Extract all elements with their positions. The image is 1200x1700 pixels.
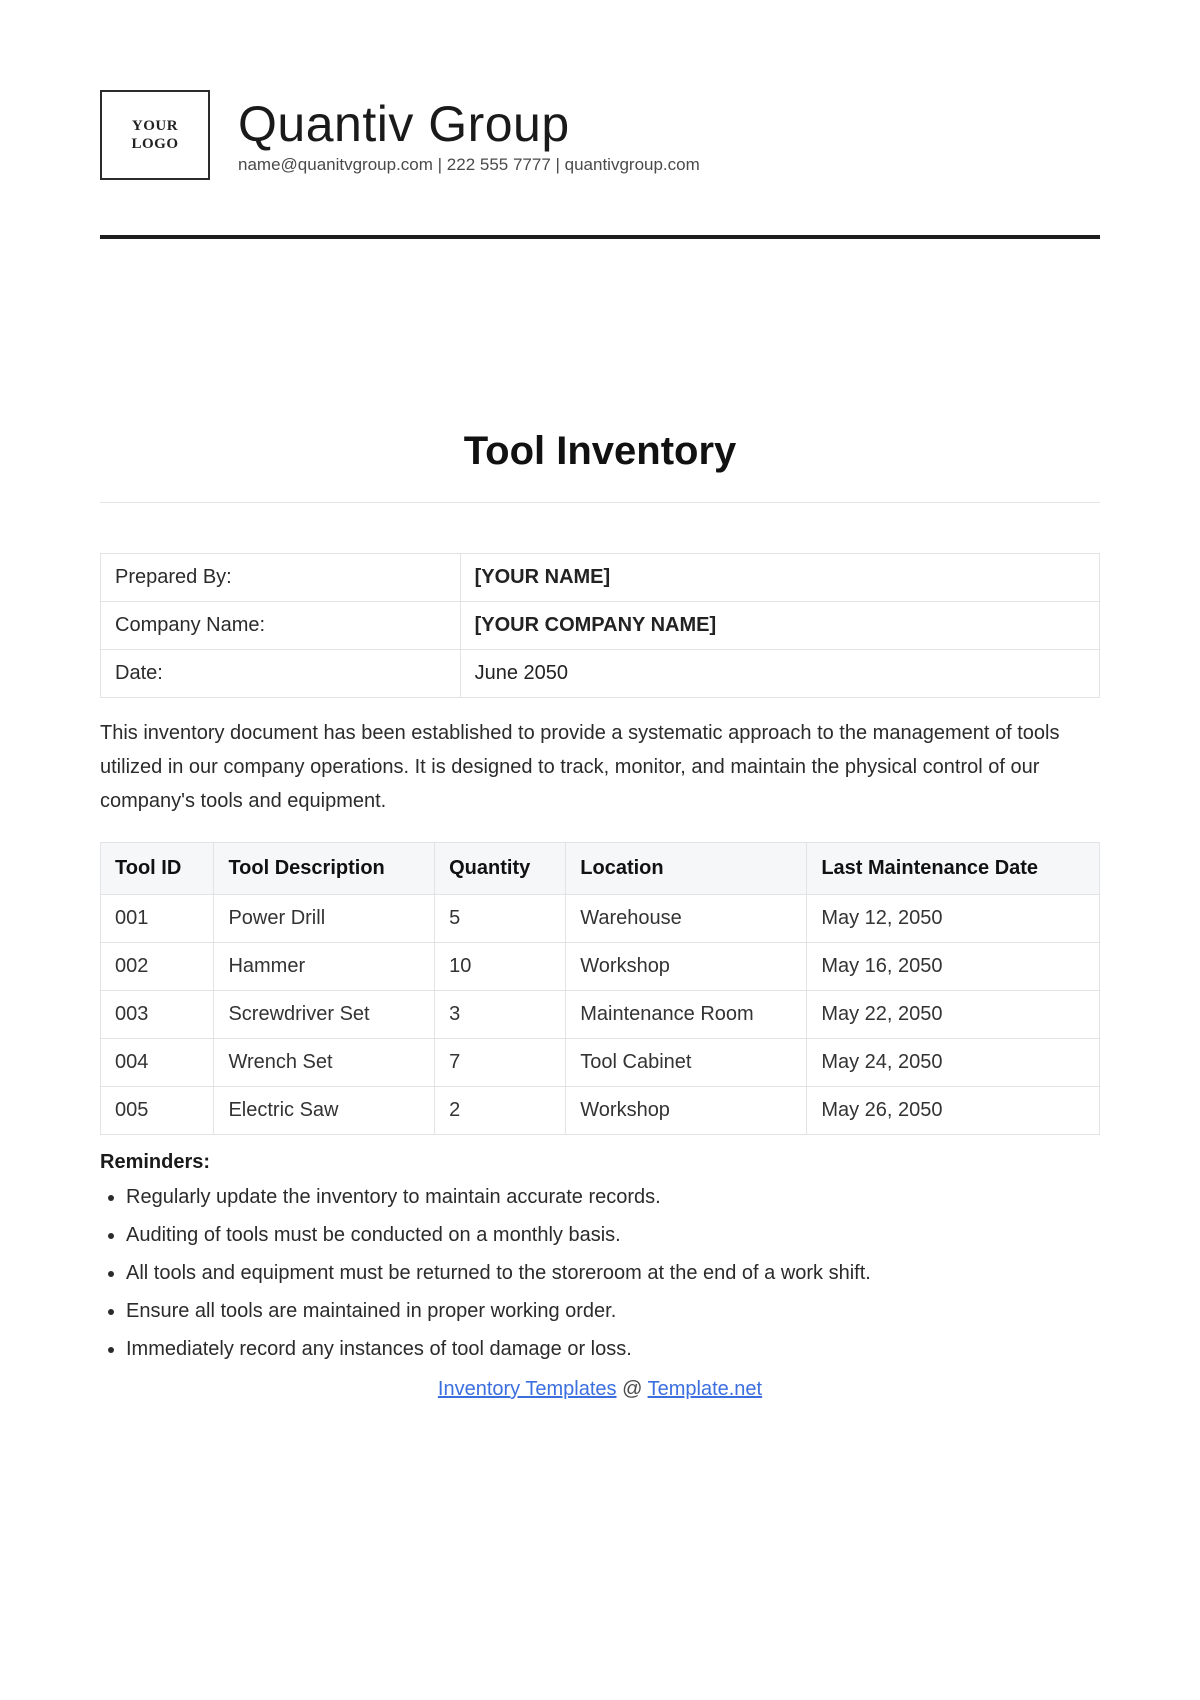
table-cell-id: 004 [101, 1039, 214, 1087]
table-cell-id: 003 [101, 991, 214, 1039]
contact-line: name@quanitvgroup.com | 222 555 7777 | q… [238, 155, 1100, 175]
table-cell-loc: Maintenance Room [566, 991, 807, 1039]
info-value: [YOUR NAME] [460, 554, 1099, 602]
table-row: 003Screwdriver Set3Maintenance RoomMay 2… [101, 991, 1100, 1039]
title-rule [100, 502, 1100, 503]
table-cell-desc: Wrench Set [214, 1039, 435, 1087]
table-row: 002Hammer10WorkshopMay 16, 2050 [101, 943, 1100, 991]
info-label: Prepared By: [101, 554, 461, 602]
table-cell-desc: Electric Saw [214, 1087, 435, 1135]
template-net-link[interactable]: Template.net [648, 1378, 763, 1400]
footer-links: Inventory Templates @ Template.net [100, 1378, 1100, 1401]
tools-col-header: Last Maintenance Date [807, 843, 1100, 895]
footer-at: @ [622, 1378, 642, 1400]
logo-text: YOUR LOGO [131, 117, 178, 153]
info-row: Date:June 2050 [101, 650, 1100, 698]
table-row: 001Power Drill5WarehouseMay 12, 2050 [101, 895, 1100, 943]
list-item: Ensure all tools are maintained in prope… [126, 1296, 1100, 1326]
document-title: Tool Inventory [100, 429, 1100, 474]
table-cell-qty: 5 [435, 895, 566, 943]
reminders-heading: Reminders: [100, 1151, 1100, 1174]
list-item: Immediately record any instances of tool… [126, 1334, 1100, 1364]
info-row: Prepared By:[YOUR NAME] [101, 554, 1100, 602]
table-cell-id: 005 [101, 1087, 214, 1135]
tools-col-header: Tool Description [214, 843, 435, 895]
company-block: Quantiv Group name@quanitvgroup.com | 22… [238, 95, 1100, 175]
tools-col-header: Quantity [435, 843, 566, 895]
table-cell-loc: Warehouse [566, 895, 807, 943]
logo-placeholder: YOUR LOGO [100, 90, 210, 180]
info-row: Company Name:[YOUR COMPANY NAME] [101, 602, 1100, 650]
table-cell-loc: Workshop [566, 943, 807, 991]
intro-paragraph: This inventory document has been establi… [100, 716, 1100, 818]
company-name: Quantiv Group [238, 95, 1100, 153]
header-divider [100, 235, 1100, 239]
reminders-list: Regularly update the inventory to mainta… [100, 1182, 1100, 1364]
list-item: Auditing of tools must be conducted on a… [126, 1220, 1100, 1250]
table-cell-date: May 16, 2050 [807, 943, 1100, 991]
table-cell-qty: 2 [435, 1087, 566, 1135]
table-cell-qty: 3 [435, 991, 566, 1039]
tools-thead: Tool IDTool DescriptionQuantityLocationL… [101, 843, 1100, 895]
letterhead: YOUR LOGO Quantiv Group name@quanitvgrou… [100, 90, 1100, 180]
table-cell-id: 001 [101, 895, 214, 943]
table-row: 004Wrench Set7Tool CabinetMay 24, 2050 [101, 1039, 1100, 1087]
tools-table: Tool IDTool DescriptionQuantityLocationL… [100, 842, 1100, 1135]
info-label: Date: [101, 650, 461, 698]
list-item: All tools and equipment must be returned… [126, 1258, 1100, 1288]
table-cell-qty: 7 [435, 1039, 566, 1087]
table-row: 005Electric Saw2WorkshopMay 26, 2050 [101, 1087, 1100, 1135]
info-value: June 2050 [460, 650, 1099, 698]
list-item: Regularly update the inventory to mainta… [126, 1182, 1100, 1212]
tools-tbody: 001Power Drill5WarehouseMay 12, 2050002H… [101, 895, 1100, 1135]
page: YOUR LOGO Quantiv Group name@quanitvgrou… [0, 0, 1200, 1700]
info-value: [YOUR COMPANY NAME] [460, 602, 1099, 650]
table-cell-qty: 10 [435, 943, 566, 991]
tools-col-header: Tool ID [101, 843, 214, 895]
table-cell-desc: Hammer [214, 943, 435, 991]
table-cell-date: May 12, 2050 [807, 895, 1100, 943]
tools-col-header: Location [566, 843, 807, 895]
table-cell-date: May 24, 2050 [807, 1039, 1100, 1087]
table-cell-date: May 22, 2050 [807, 991, 1100, 1039]
info-tbody: Prepared By:[YOUR NAME]Company Name:[YOU… [101, 554, 1100, 698]
tools-header-row: Tool IDTool DescriptionQuantityLocationL… [101, 843, 1100, 895]
table-cell-loc: Tool Cabinet [566, 1039, 807, 1087]
inventory-templates-link[interactable]: Inventory Templates [438, 1378, 617, 1400]
info-label: Company Name: [101, 602, 461, 650]
table-cell-desc: Power Drill [214, 895, 435, 943]
info-table: Prepared By:[YOUR NAME]Company Name:[YOU… [100, 553, 1100, 698]
table-cell-loc: Workshop [566, 1087, 807, 1135]
table-cell-id: 002 [101, 943, 214, 991]
table-cell-date: May 26, 2050 [807, 1087, 1100, 1135]
table-cell-desc: Screwdriver Set [214, 991, 435, 1039]
